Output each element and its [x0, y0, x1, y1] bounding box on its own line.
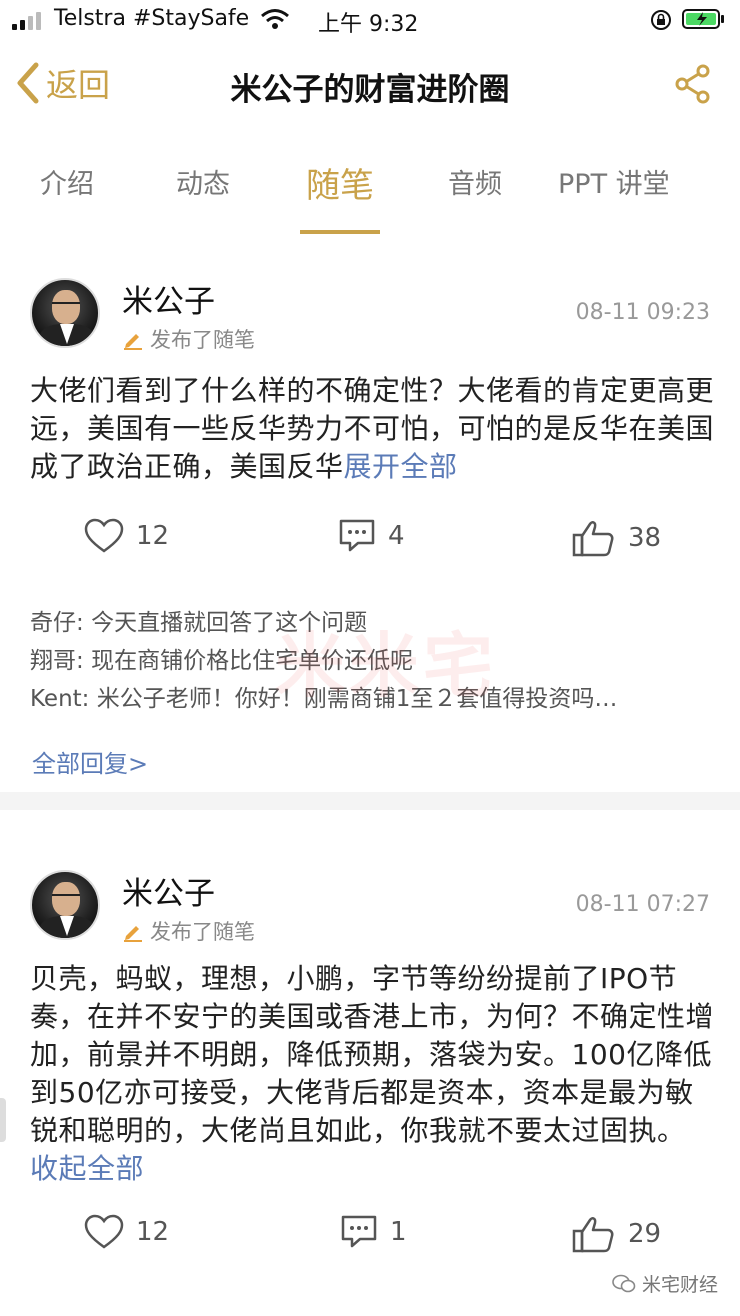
post-text: 贝壳，蚂蚁，理想，小鹏，字节等纷纷提前了IPO节奏，在并不安宁的美国或香港上市，… — [30, 960, 714, 1188]
comment-button[interactable]: 4 — [338, 518, 405, 554]
reply-text: 米公子老师！你好！刚需商铺1至２套值得投资吗… — [96, 686, 618, 712]
account-watermark: 米宅财经 — [612, 1270, 718, 1297]
tab-audio[interactable]: 音频 — [448, 162, 502, 201]
carrier-label: Telstra #StaySafe — [54, 6, 250, 31]
thumbs-up-count: 38 — [628, 523, 662, 553]
post-actions: 12 1 29 — [0, 1214, 740, 1264]
collapse-link[interactable]: 收起全部 — [30, 1152, 144, 1185]
post-text: 大佬们看到了什么样的不确定性？大佬看的肯定更高更远，美国有一些反华势力不可怕，可… — [30, 372, 714, 486]
comment-count: 4 — [388, 521, 405, 551]
post-time: 08-11 09:23 — [575, 300, 710, 325]
like-count: 12 — [136, 1217, 170, 1247]
publish-info: 发布了随笔 — [122, 916, 255, 946]
page-title: 米公子的财富进阶圈 — [230, 72, 510, 108]
nav-bar: 返回 米公子的财富进阶圈 — [0, 44, 740, 124]
publish-info: 发布了随笔 — [122, 324, 255, 354]
publish-label: 发布了随笔 — [150, 920, 255, 944]
battery-icon — [682, 9, 724, 29]
comment-button[interactable]: 1 — [340, 1214, 407, 1250]
like-button[interactable]: 12 — [84, 1214, 169, 1250]
avatar[interactable] — [30, 870, 100, 940]
heart-icon — [84, 1214, 124, 1249]
share-icon — [675, 64, 710, 104]
rotation-lock-icon — [650, 9, 672, 37]
reply-item[interactable]: 奇仔: 今天直播就回答了这个问题 — [30, 604, 720, 642]
account-name: 米宅财经 — [642, 1274, 719, 1296]
author-name[interactable]: 米公子 — [122, 868, 215, 913]
reply-text: 今天直播就回答了这个问题 — [91, 610, 368, 636]
expand-link[interactable]: 展开全部 — [344, 450, 458, 483]
reply-user: 奇仔: — [30, 610, 92, 636]
thumbs-up-icon — [572, 521, 614, 557]
comment-icon — [341, 1215, 377, 1248]
comment-icon — [339, 519, 375, 552]
post-time: 08-11 07:27 — [575, 892, 710, 917]
share-button[interactable] — [674, 64, 712, 108]
post-actions: 12 4 38 — [0, 518, 740, 568]
thumbs-up-icon — [572, 1217, 614, 1253]
reply-text: 现在商铺价格比住宅单价还低呢 — [91, 648, 414, 674]
pencil-icon — [124, 926, 142, 942]
like-count: 12 — [136, 521, 170, 551]
wechat-icon — [612, 1274, 636, 1292]
tab-ppt[interactable]: PPT 讲堂 — [558, 162, 670, 201]
like-button[interactable]: 12 — [84, 518, 169, 554]
tab-bar: 介绍 动态 随笔 音频 PPT 讲堂 — [0, 138, 740, 238]
all-replies-link[interactable]: 全部回复> — [32, 744, 148, 779]
reply-user: Kent: — [30, 686, 97, 712]
pencil-icon — [124, 334, 142, 350]
thumbs-up-button[interactable]: 29 — [572, 1214, 661, 1254]
scroll-edge-handle[interactable] — [0, 1098, 6, 1142]
tab-essays[interactable]: 随笔 — [306, 158, 374, 207]
signal-icon — [12, 12, 41, 30]
thumbs-up-button[interactable]: 38 — [572, 518, 661, 558]
status-bar: Telstra #StaySafe 上午 9:32 — [0, 0, 740, 40]
heart-icon — [84, 518, 124, 553]
author-name[interactable]: 米公子 — [122, 276, 215, 321]
publish-label: 发布了随笔 — [150, 328, 255, 352]
status-time: 上午 9:32 — [318, 12, 419, 37]
comment-count: 1 — [390, 1217, 407, 1247]
reply-item[interactable]: Kent: 米公子老师！你好！刚需商铺1至２套值得投资吗… — [30, 680, 720, 718]
reply-item[interactable]: 翔哥: 现在商铺价格比住宅单价还低呢 — [30, 642, 720, 680]
post-divider — [0, 792, 740, 810]
post-body: 贝壳，蚂蚁，理想，小鹏，字节等纷纷提前了IPO节奏，在并不安宁的美国或香港上市，… — [30, 962, 715, 1147]
thumbs-up-count: 29 — [628, 1219, 662, 1249]
reply-user: 翔哥: — [30, 648, 92, 674]
reply-list: 奇仔: 今天直播就回答了这个问题 翔哥: 现在商铺价格比住宅单价还低呢 Kent… — [30, 604, 720, 718]
avatar[interactable] — [30, 278, 100, 348]
tab-intro[interactable]: 介绍 — [40, 162, 94, 201]
tab-dynamics[interactable]: 动态 — [176, 162, 230, 201]
active-tab-indicator — [300, 230, 380, 234]
wifi-icon — [260, 8, 290, 36]
